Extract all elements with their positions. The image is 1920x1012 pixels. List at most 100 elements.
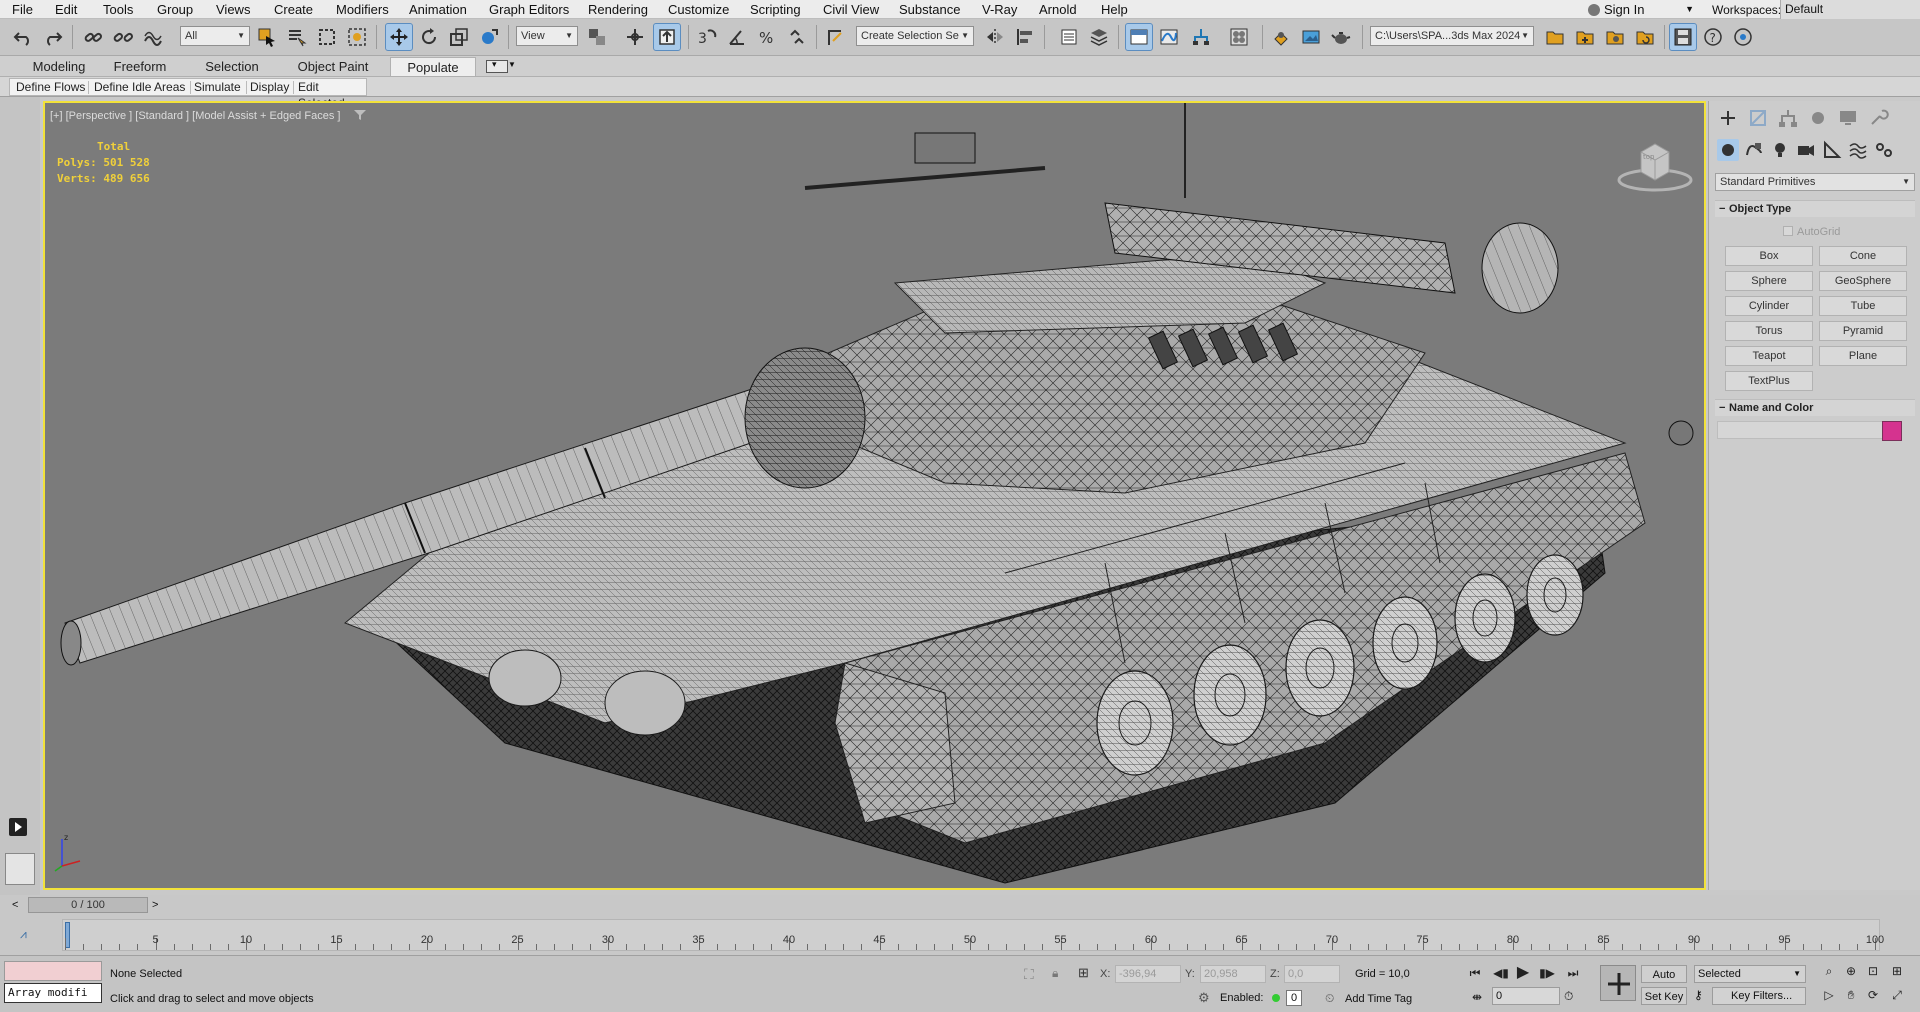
menu-rendering[interactable]: Rendering	[588, 1, 648, 18]
select-and-scale-button[interactable]	[446, 24, 472, 50]
systems-category-button[interactable]	[1873, 139, 1895, 161]
hierarchy-tab[interactable]	[1777, 107, 1799, 129]
object-name-input[interactable]	[1717, 421, 1883, 439]
create-tab[interactable]	[1717, 107, 1739, 129]
key-filters-button[interactable]: Key Filters...	[1712, 987, 1806, 1005]
save-scene-button[interactable]	[1669, 23, 1697, 51]
filter-icon[interactable]	[354, 109, 366, 121]
menu-edit[interactable]: Edit	[55, 1, 77, 18]
rendered-frame-window-button[interactable]	[1298, 24, 1324, 50]
time-configuration-icon[interactable]: ⏱	[1564, 989, 1573, 1004]
simulate-button[interactable]: Simulate	[194, 79, 241, 95]
edit-named-selection-button[interactable]	[822, 24, 848, 50]
menu-customize[interactable]: Customize	[668, 1, 729, 18]
tab-object-paint[interactable]: Object Paint	[290, 57, 376, 76]
tube-button[interactable]: Tube	[1819, 296, 1907, 316]
bind-space-warp-button[interactable]	[140, 24, 166, 50]
next-frame-button[interactable]: ▮▶	[1538, 964, 1556, 982]
track-bar-ruler[interactable]: 0510152025303540455055606570758085909510…	[62, 919, 1884, 951]
teapot-button[interactable]: Teapot	[1725, 346, 1813, 366]
menu-create[interactable]: Create	[274, 1, 313, 18]
menu-group[interactable]: Group	[157, 1, 193, 18]
key-selection-dropdown[interactable]: Selected ▼	[1694, 965, 1806, 983]
tab-selection[interactable]: Selection	[196, 57, 268, 76]
orbit-icon[interactable]: ⟳	[1864, 986, 1882, 1004]
cone-button[interactable]: Cone	[1819, 246, 1907, 266]
box-button[interactable]: Box	[1725, 246, 1813, 266]
snaps-toggle-button[interactable]: 3	[694, 24, 720, 50]
edit-selected-button[interactable]: Edit Selected	[298, 79, 366, 110]
tab-freeform[interactable]: Freeform	[104, 57, 176, 76]
modify-tab[interactable]	[1747, 107, 1769, 129]
object-type-rollout-header[interactable]: Object Type	[1715, 200, 1915, 218]
render-production-button[interactable]	[1328, 24, 1354, 50]
toggle-ribbon-button[interactable]	[1125, 23, 1153, 51]
tab-modeling[interactable]: Modeling	[24, 57, 94, 76]
selection-filter-dropdown[interactable]: All ▼	[180, 26, 250, 46]
zoom-extents-icon[interactable]: ⊡	[1864, 962, 1882, 980]
menu-arnold[interactable]: Arnold	[1039, 1, 1077, 18]
utilities-tab[interactable]	[1867, 107, 1889, 129]
key-mode-toggle-icon[interactable]: ⇼	[1468, 988, 1486, 1006]
help-button[interactable]: ?	[1700, 24, 1726, 50]
ribbon-options-button[interactable]: ▾	[486, 59, 508, 73]
go-to-end-button[interactable]: ⏭	[1564, 964, 1582, 982]
lock-icon[interactable]: 🔒︎	[1052, 966, 1058, 981]
pan-view-icon[interactable]: ✋︎	[1842, 986, 1860, 1004]
rectangular-selection-button[interactable]	[314, 24, 340, 50]
play-button[interactable]: ▶	[1514, 964, 1532, 982]
redo-button[interactable]	[40, 24, 66, 50]
viewport-label-menu[interactable]: [+] [Perspective ] [Standard ] [Model As…	[50, 109, 340, 123]
workspace-select[interactable]: Default	[1780, 0, 1920, 19]
spacewarps-category-button[interactable]	[1847, 139, 1869, 161]
select-and-move-button[interactable]	[385, 23, 413, 51]
time-slider-next-button[interactable]: >	[152, 899, 158, 911]
select-object-button[interactable]	[254, 24, 280, 50]
perspective-viewport[interactable]: [+] [Perspective ] [Standard ] [Model As…	[43, 101, 1706, 890]
pyramid-button[interactable]: Pyramid	[1819, 321, 1907, 341]
keyboard-shortcut-override-button[interactable]	[653, 23, 681, 51]
current-frame-input[interactable]: 0	[1492, 987, 1560, 1005]
menu-modifiers[interactable]: Modifiers	[336, 1, 389, 18]
project-tool-3-button[interactable]	[1602, 24, 1628, 50]
mirror-button[interactable]	[982, 24, 1008, 50]
plane-button[interactable]: Plane	[1819, 346, 1907, 366]
primitive-category-dropdown[interactable]: Standard Primitives ▼	[1715, 173, 1915, 191]
window-crossing-button[interactable]	[344, 24, 370, 50]
select-and-rotate-button[interactable]	[416, 24, 442, 50]
z-coord-field[interactable]: 0,0	[1284, 965, 1340, 983]
toggle-layer-explorer-button[interactable]	[1086, 24, 1112, 50]
textplus-button[interactable]: TextPlus	[1725, 371, 1813, 391]
helpers-category-button[interactable]	[1821, 139, 1843, 161]
select-and-link-button[interactable]	[80, 24, 106, 50]
ribbon-dropdown-icon[interactable]: ▼	[508, 60, 516, 69]
select-manipulate-button[interactable]	[622, 24, 648, 50]
named-selection-dropdown[interactable]: Create Selection Se ▼	[856, 26, 974, 46]
community-button[interactable]	[1730, 24, 1756, 50]
torus-button[interactable]: Torus	[1725, 321, 1813, 341]
tab-populate[interactable]: Populate	[390, 57, 476, 76]
project-tool-4-button[interactable]	[1632, 24, 1658, 50]
enabled-value[interactable]: 0	[1286, 990, 1302, 1006]
zoom-extents-all-icon[interactable]: ⊞	[1888, 962, 1906, 980]
menu-scripting[interactable]: Scripting	[750, 1, 801, 18]
menu-animation[interactable]: Animation	[409, 1, 467, 18]
set-key-big-button[interactable]	[1600, 965, 1636, 1001]
name-and-color-rollout-header[interactable]: Name and Color	[1715, 399, 1915, 417]
previous-frame-button[interactable]: ◀▮	[1492, 964, 1510, 982]
cameras-category-button[interactable]	[1795, 139, 1817, 161]
project-folder-dropdown[interactable]: C:\Users\SPA...3ds Max 2024 ▼	[1370, 26, 1534, 46]
render-setup-button[interactable]	[1268, 24, 1294, 50]
autogrid-checkbox[interactable]	[1783, 226, 1793, 236]
menu-vray[interactable]: V-Ray	[982, 1, 1017, 18]
project-tool-1-button[interactable]	[1542, 24, 1568, 50]
percent-snap-button[interactable]: %	[754, 24, 780, 50]
field-of-view-icon[interactable]: ▷	[1820, 986, 1838, 1004]
lights-category-button[interactable]	[1769, 139, 1791, 161]
expand-viewport-layout-button[interactable]	[9, 818, 27, 836]
project-tool-2-button[interactable]	[1572, 24, 1598, 50]
menu-civil-view[interactable]: Civil View	[823, 1, 879, 18]
use-pivot-center-button[interactable]	[584, 24, 610, 50]
auto-key-button[interactable]: Auto Key	[1641, 965, 1687, 999]
schematic-view-button[interactable]	[1188, 24, 1214, 50]
